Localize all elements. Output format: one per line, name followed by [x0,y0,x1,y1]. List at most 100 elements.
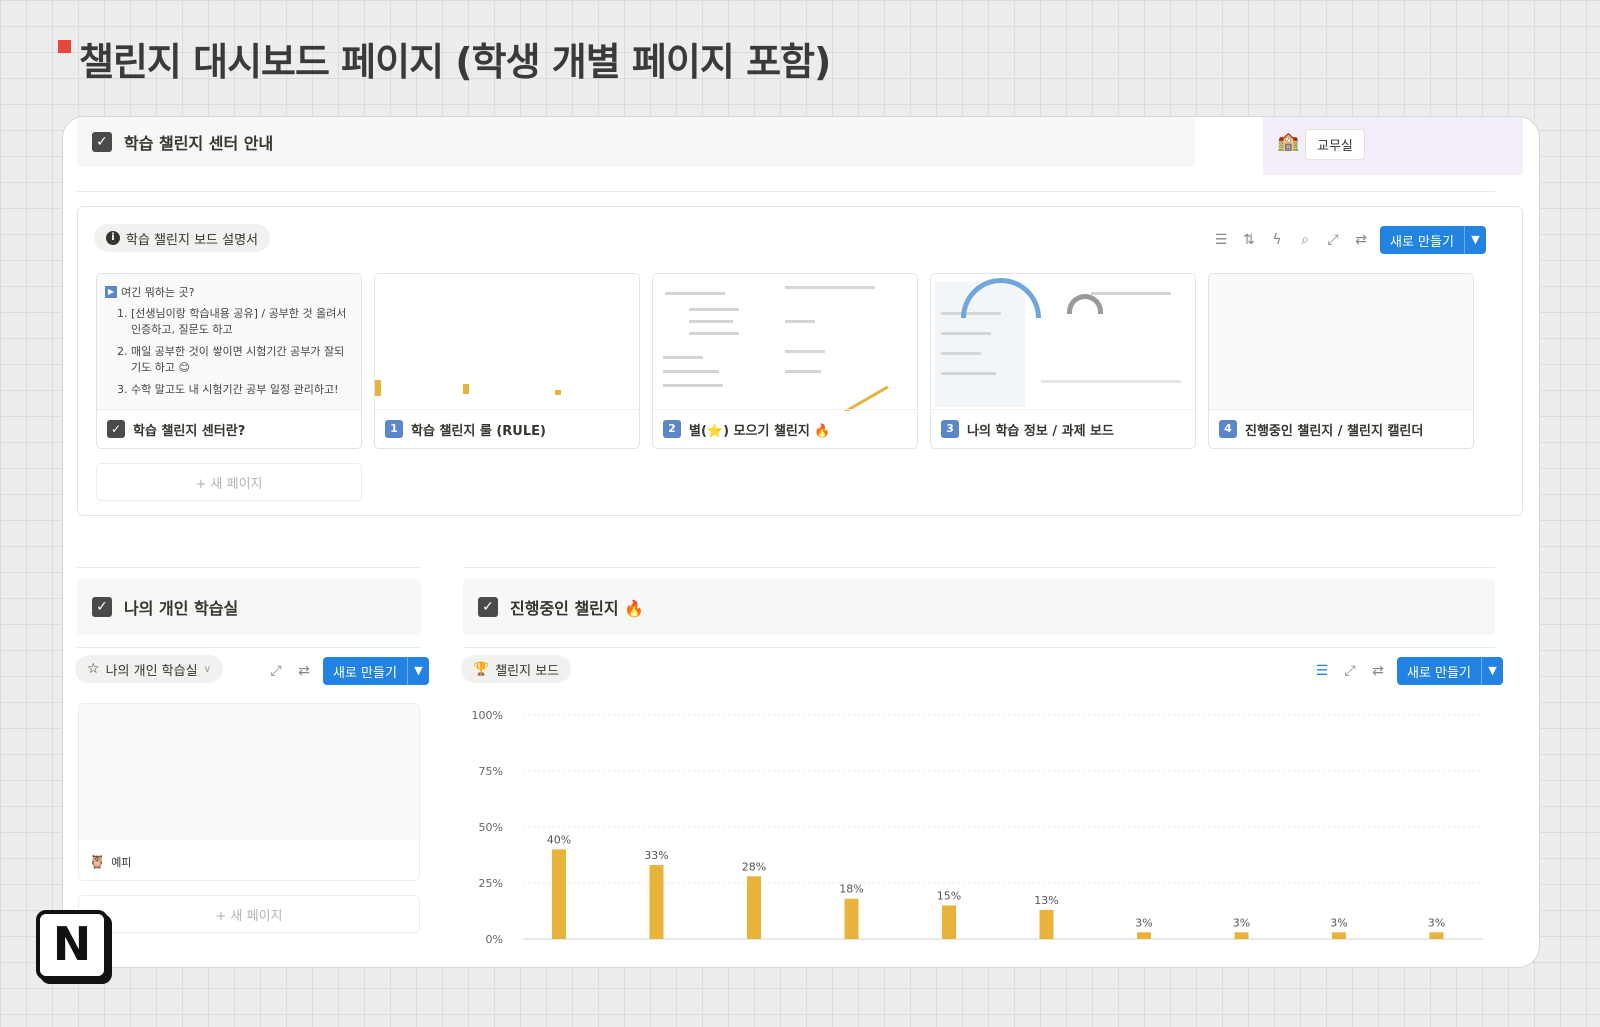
board-new-button[interactable]: 새로 만들기 ▼ [1380,226,1486,254]
bar[interactable] [844,898,859,939]
card-title: 학습 챌린지 센터란? [133,423,246,439]
preview-thumbnail [375,380,381,396]
expand-icon[interactable]: ⤢ [267,662,285,680]
personal-new-page-button[interactable]: + 새 페이지 [78,895,420,933]
personal-callout-title: 나의 개인 학습실 [124,599,239,618]
bar[interactable] [1429,932,1444,939]
chart-svg: 100% 75% 50% 25% 0% 40% 33% 28% 18% 15% 13% 3% 3% 3% 3… [472,709,1483,946]
number-badge: 2 [663,420,681,438]
y-tick-label: 0% [486,933,503,946]
chevron-down-icon[interactable]: ▼ [1480,657,1503,685]
checkbox-icon: ✓ [107,420,125,438]
personal-view-tab[interactable]: ☆ 나의 개인 학습실 ∨ [75,655,223,683]
bar[interactable] [1039,909,1054,939]
bar[interactable] [552,849,566,939]
expand-icon[interactable]: ⤢ [1341,662,1359,680]
challenges-callout[interactable]: ✓ 진행중인 챌린지 🔥 [463,579,1495,635]
intro-item: [선생님이랑 학습내용 공유] / 공부한 것 올려서 인증하고, 질문도 하고 [131,306,353,338]
card-preview [653,274,917,411]
sort-icon[interactable]: ⇅ [1240,231,1258,249]
number-badge: 1 [385,420,403,438]
intro-heading: 여긴 뭐하는 곳? [121,286,195,299]
preview-thumbnail [463,384,469,394]
expand-icon[interactable]: ⤢ [1324,231,1342,249]
board-card[interactable]: ▶ 여긴 뭐하는 곳? [선생님이랑 학습내용 공유] / 공부한 것 올려서 인… [96,273,362,449]
bar[interactable] [1234,932,1249,939]
challenges-callout-title: 진행중인 챌린지 🔥 [510,599,645,618]
owl-icon: 🦉 [89,854,106,870]
checkbox-icon[interactable]: ✓ [92,132,112,152]
intro-item: 수학 말고도 내 시험기간 공부 일정 관리하고! [131,382,353,398]
notion-window: ✓ 학습 챌린지 센터 안내 🏫 교무실 i 학습 챌린지 보드 설명서 ☰ ⇅… [62,116,1540,968]
bar-value-label: 3% [1330,916,1347,929]
challenge-bar-chart: 100% 75% 50% 25% 0% 40% 33% 28% 18% 15% 13% 3% 3% 3% 3… [463,703,1503,959]
play-icon: ▶ [105,286,117,298]
personal-toolbar: ⤢ ⇄ 새로 만들기 ▼ [267,657,429,685]
settings-icon[interactable]: ⇄ [295,662,313,680]
personal-callout[interactable]: ✓ 나의 개인 학습실 [77,579,421,635]
board-new-page-button[interactable]: + 새 페이지 [96,463,362,501]
card-title: 학습 챌린지 룰 (RULE) [411,423,546,439]
preview-thumbnail [555,390,561,395]
bar-value-label: 3% [1428,916,1445,929]
filter-icon[interactable]: ☰ [1212,231,1230,249]
number-badge: 4 [1219,420,1237,438]
center-callout[interactable]: ✓ 학습 챌린지 센터 안내 [77,117,1195,167]
checkbox-icon[interactable]: ✓ [478,597,498,617]
preview-thumbnail [659,284,759,404]
board-card[interactable]: 4 진행중인 챌린지 / 챌린지 캘린더 [1208,273,1474,449]
preview-thumbnail [781,280,901,411]
office-callout[interactable]: 🏫 교무실 [1263,117,1523,175]
board-card[interactable]: 2 별(⭐) 모으기 챌린지 🔥 [652,273,918,449]
bar[interactable] [1137,932,1151,939]
bar[interactable] [942,905,956,939]
divider [463,647,1495,648]
card-preview [931,274,1195,411]
school-building-icon: 🏫 [1277,131,1300,152]
number-badge: 3 [941,420,959,438]
chevron-down-icon[interactable]: ▼ [1463,226,1486,254]
checkbox-icon[interactable]: ✓ [92,597,112,617]
challenges-view-tab[interactable]: 🏆 챌린지 보드 [461,655,572,683]
card-title: 진행중인 챌린지 / 챌린지 캘린더 [1245,423,1424,439]
card-title: 별(⭐) 모으기 챌린지 🔥 [689,423,831,439]
board-card[interactable]: 1 학습 챌린지 룰 (RULE) [374,273,640,449]
student-card[interactable]: 🦉 예피 [78,703,420,881]
filter-icon[interactable]: ☰ [1313,662,1331,680]
card-caption: 🦉 예피 [89,854,131,870]
chevron-down-icon[interactable]: ▼ [406,657,429,685]
card-caption: 3 나의 학습 정보 / 과제 보드 [931,409,1195,448]
preview-thumbnail [1041,284,1191,404]
search-icon[interactable]: ⌕ [1296,231,1314,249]
challenges-view-name: 챌린지 보드 [495,663,560,679]
challenges-new-button[interactable]: 새로 만들기 ▼ [1397,657,1503,685]
automation-icon[interactable]: ϟ [1268,231,1286,249]
bar[interactable] [649,865,664,939]
personal-new-button[interactable]: 새로 만들기 ▼ [323,657,429,685]
challenges-new-label: 새로 만들기 [1407,665,1471,681]
bar-value-label: 3% [1233,916,1250,929]
card-caption: 1 학습 챌린지 룰 (RULE) [375,409,639,448]
card-preview [375,274,639,411]
board-card[interactable]: 3 나의 학습 정보 / 과제 보드 [930,273,1196,449]
bar-value-label: 15% [937,889,961,902]
chevron-down-icon[interactable]: ∨ [204,664,211,675]
bar-value-label: 18% [839,883,863,896]
bar[interactable] [1332,932,1346,939]
card-preview: ▶ 여긴 뭐하는 곳? [선생님이랑 학습내용 공유] / 공부한 것 올려서 인… [97,274,361,411]
y-tick-label: 100% [472,709,503,722]
bar[interactable] [747,876,761,939]
settings-icon[interactable]: ⇄ [1352,231,1370,249]
intro-text: ▶ 여긴 뭐하는 곳? [선생님이랑 학습내용 공유] / 공부한 것 올려서 인… [105,284,353,404]
divider [463,567,1495,568]
intro-item: 매일 공부한 것이 쌓이면 시험기간 공부가 잘되기도 하고 😊 [131,344,353,376]
settings-icon[interactable]: ⇄ [1369,662,1387,680]
divider [77,567,421,568]
card-caption: 4 진행중인 챌린지 / 챌린지 캘린더 [1209,409,1473,448]
office-link[interactable]: 교무실 [1305,129,1365,160]
y-tick-label: 50% [479,821,503,834]
trophy-icon: 🏆 [473,661,490,677]
bar-value-label: 13% [1034,894,1058,907]
board-view-tab[interactable]: i 학습 챌린지 보드 설명서 [94,224,270,252]
bar-value-label: 40% [547,833,571,846]
